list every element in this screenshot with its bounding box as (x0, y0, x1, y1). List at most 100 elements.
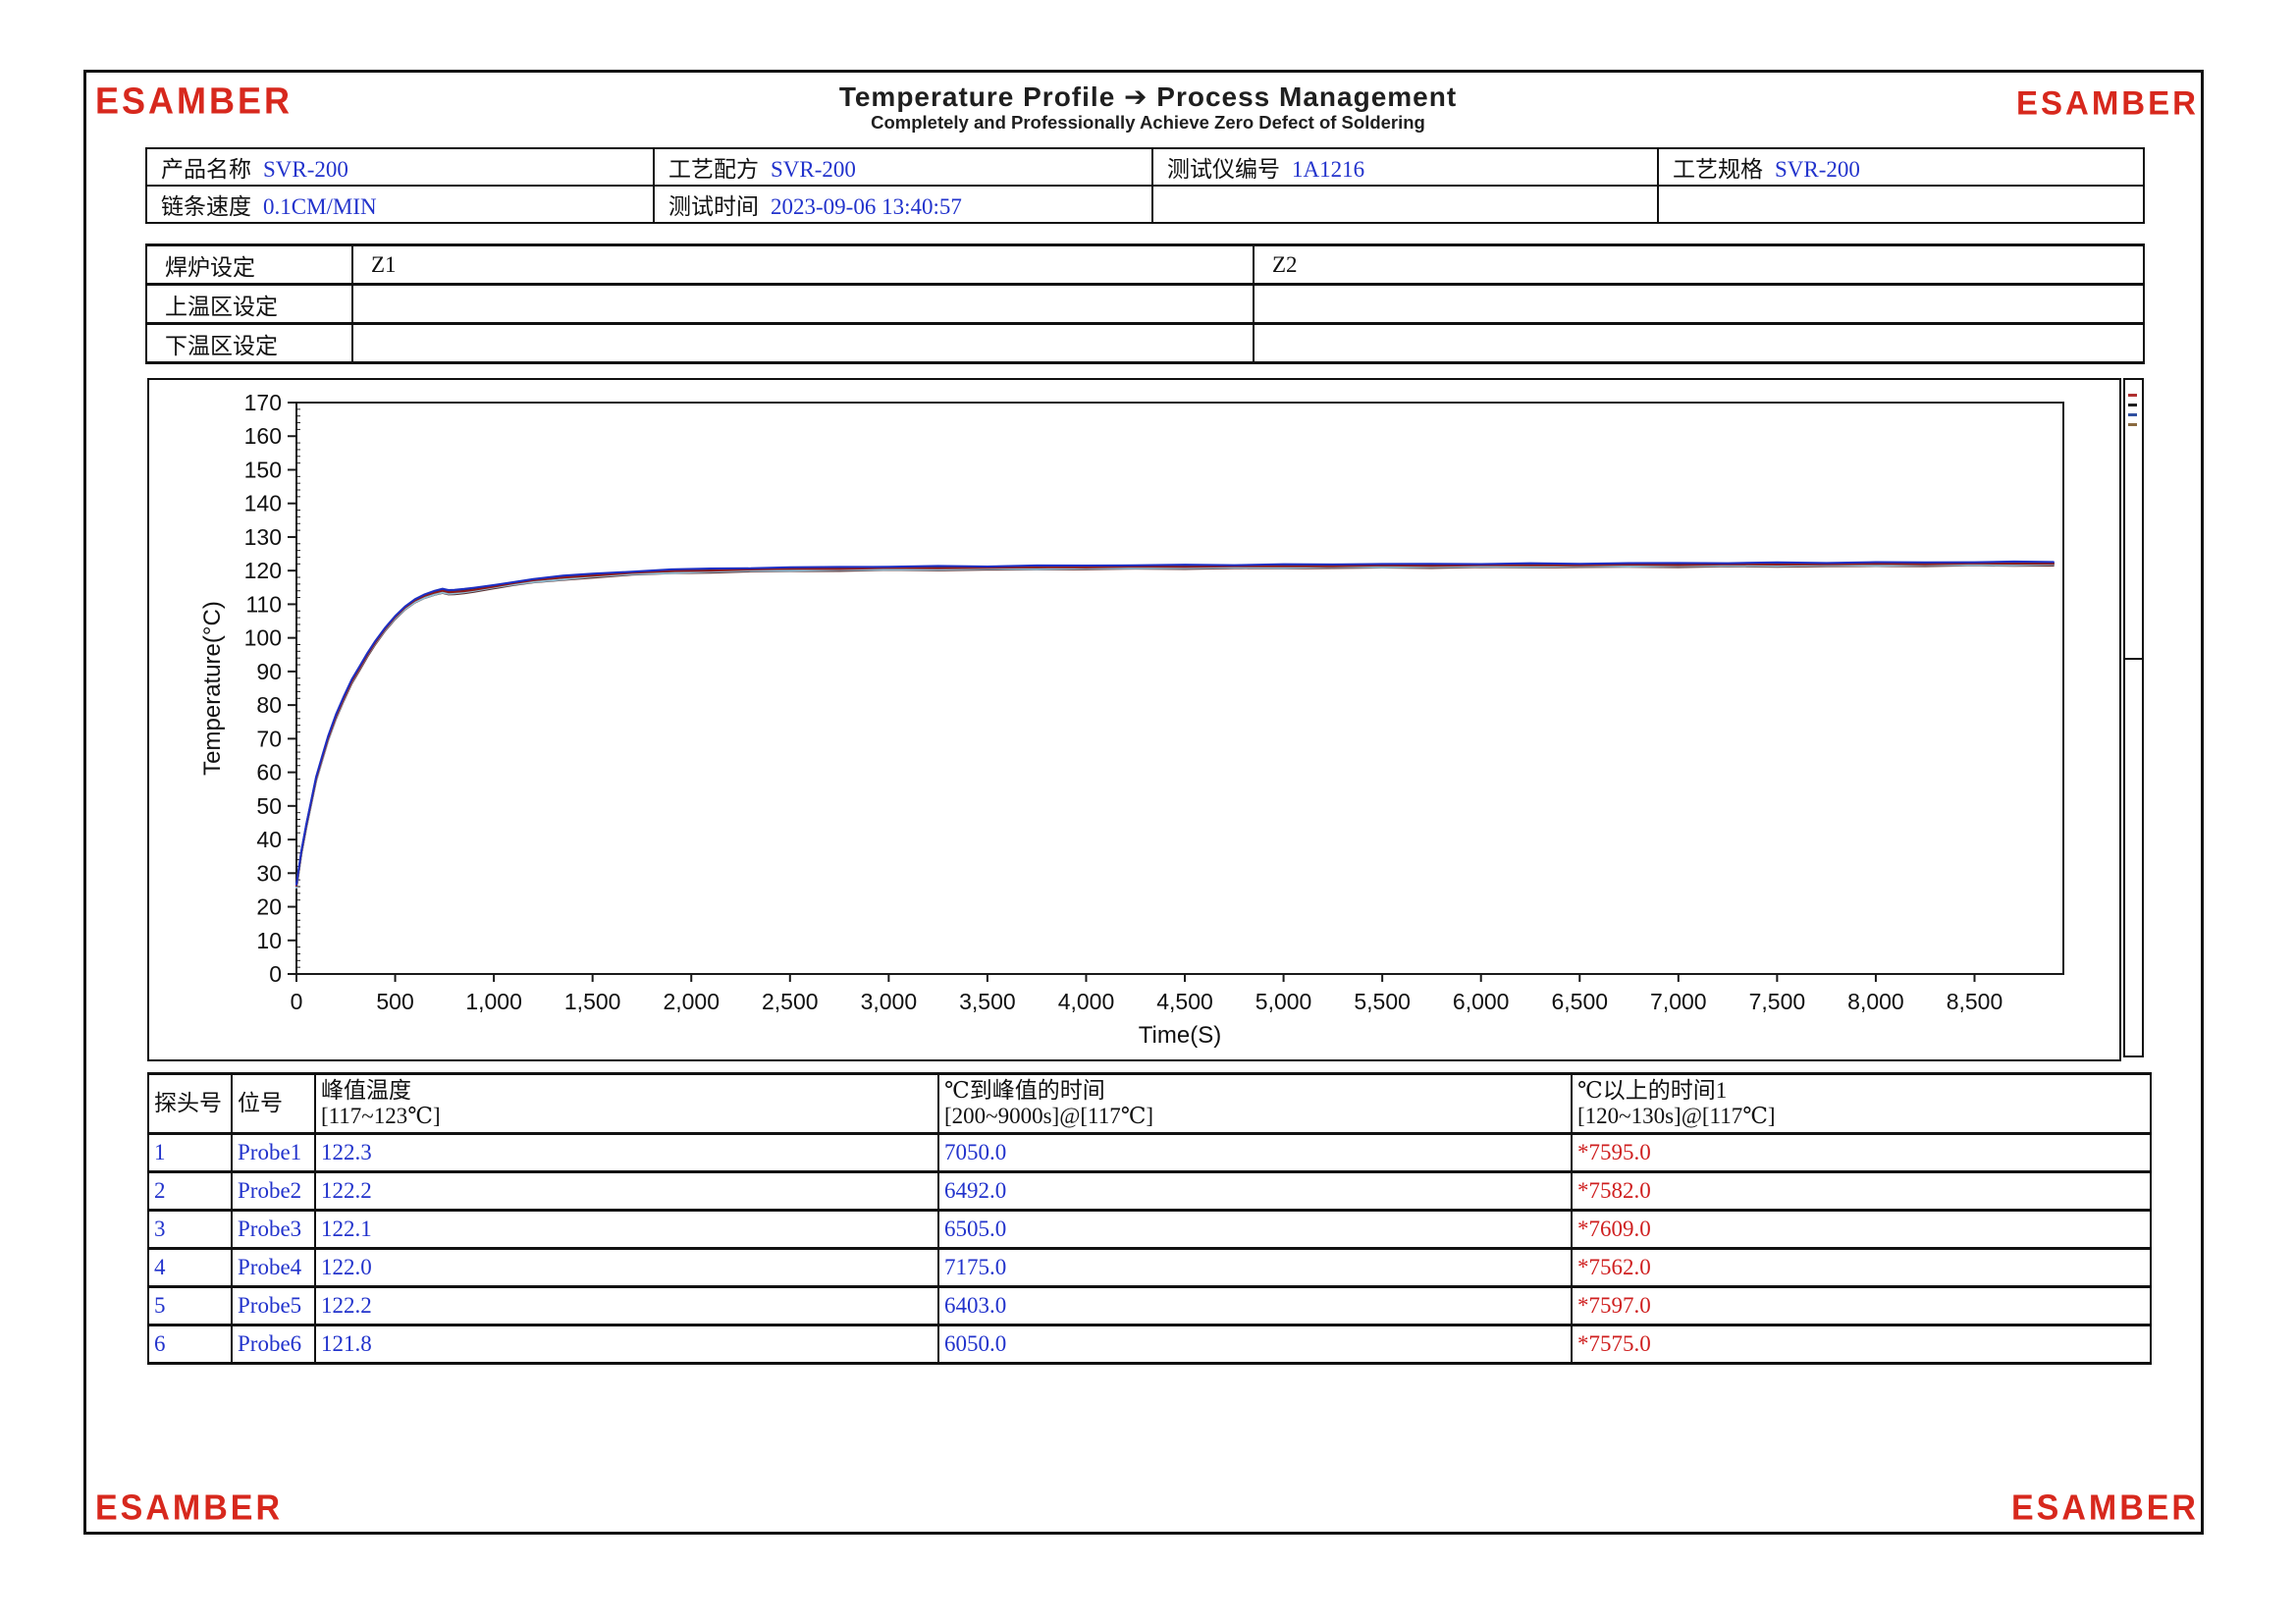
oven-row-setting: 焊炉设定 Z1 Z2 (146, 245, 2144, 285)
curve-probe4 (296, 564, 2054, 887)
probe-row: 1 Probe1 122.3 7050.0 *7595.0 (148, 1134, 2151, 1172)
probe-time-above-cell: *7595.0 (1572, 1134, 2151, 1172)
col-header-time-to-peak-line2: [200~9000s]@[117℃] (944, 1104, 1571, 1129)
x-tick-label: 4,500 (1156, 989, 1213, 1014)
probe-results-table: 探头号 位号 峰值温度[117~123℃] ℃到峰值的时间[200~9000s]… (147, 1072, 2152, 1365)
x-tick-label: 0 (291, 989, 303, 1014)
y-tick-label: 0 (269, 961, 282, 987)
chain-speed-cell: 链条速度 0.1CM/MIN (146, 186, 654, 223)
upper-zone1-value (352, 285, 1254, 324)
probe-row: 6 Probe6 121.8 6050.0 *7575.0 (148, 1325, 2151, 1364)
y-tick-label: 50 (256, 793, 282, 819)
y-tick-label: 120 (244, 558, 282, 583)
recipe-label: 工艺配方 (668, 157, 759, 182)
y-tick-label: 170 (244, 390, 282, 415)
x-tick-label: 7,000 (1650, 989, 1707, 1014)
probe-time-above-cell: *7562.0 (1572, 1249, 2151, 1287)
col-header-probe-no-text: 探头号 (154, 1091, 222, 1115)
probe-time-above-cell: *7575.0 (1572, 1325, 2151, 1364)
probe-time-to-peak-cell: 7050.0 (938, 1134, 1572, 1172)
x-tick-label: 500 (376, 989, 413, 1014)
col-header-peak-temp: 峰值温度[117~123℃] (315, 1074, 938, 1134)
info-row-2: 链条速度 0.1CM/MIN 测试时间 2023-09-06 13:40:57 (146, 186, 2144, 223)
y-tick-label: 60 (256, 760, 282, 785)
y-tick-label: 100 (244, 625, 282, 651)
test-time-label: 测试时间 (668, 194, 759, 219)
product-name-cell: 产品名称 SVR-200 (146, 148, 654, 186)
zone2-header: Z2 (1254, 245, 2144, 285)
x-tick-label: 3,000 (861, 989, 918, 1014)
probe-no-cell: 3 (148, 1211, 232, 1249)
y-tick-label: 70 (256, 726, 282, 751)
probe-time-above-cell: *7609.0 (1572, 1211, 2151, 1249)
probe-row: 5 Probe5 122.2 6403.0 *7597.0 (148, 1287, 2151, 1325)
probe-position-cell: Probe4 (232, 1249, 315, 1287)
page-title: Temperature Profile ➔ Process Management (839, 81, 1457, 113)
x-tick-label: 3,500 (959, 989, 1016, 1014)
spec-value: SVR-200 (1775, 157, 1860, 182)
x-tick-label: 5,000 (1255, 989, 1312, 1014)
probe-no-cell: 4 (148, 1249, 232, 1287)
chain-speed-label: 链条速度 (161, 194, 251, 219)
oven-row-lower: 下温区设定 (146, 324, 2144, 363)
probe-row: 3 Probe3 122.1 6505.0 *7609.0 (148, 1211, 2151, 1249)
probe-no-cell: 6 (148, 1325, 232, 1364)
x-tick-label: 6,500 (1551, 989, 1608, 1014)
tester-id-cell: 测试仪编号1A1216 (1152, 148, 1658, 186)
y-tick-label: 150 (244, 457, 282, 482)
product-name-label: 产品名称 (161, 157, 251, 182)
probe-time-to-peak-cell: 7175.0 (938, 1249, 1572, 1287)
x-tick-label: 7,500 (1749, 989, 1806, 1014)
probe-position-cell: Probe3 (232, 1211, 315, 1249)
info-empty-cell-2 (1658, 186, 2144, 223)
probe-peak-temp-cell: 122.2 (315, 1287, 938, 1325)
chain-speed-value: 0.1CM/MIN (263, 194, 377, 219)
lower-zone1-value (352, 324, 1254, 363)
brand-logo-top-right: ESAMBER (2016, 83, 2199, 123)
x-tick-label: 8,000 (1847, 989, 1904, 1014)
probe-peak-temp-cell: 122.3 (315, 1134, 938, 1172)
probe-row: 2 Probe2 122.2 6492.0 *7582.0 (148, 1172, 2151, 1211)
test-time-cell: 测试时间 2023-09-06 13:40:57 (654, 186, 1152, 223)
probe-time-to-peak-cell: 6403.0 (938, 1287, 1572, 1325)
probe-no-cell: 5 (148, 1287, 232, 1325)
col-header-time-to-peak-line1: ℃到峰值的时间 (944, 1078, 1571, 1104)
probe-peak-temp-cell: 121.8 (315, 1325, 938, 1364)
probe-header-row: 探头号 位号 峰值温度[117~123℃] ℃到峰值的时间[200~9000s]… (148, 1074, 2151, 1134)
tester-id-value: 1A1216 (1292, 157, 1364, 182)
col-header-time-above-line1: ℃以上的时间1 (1577, 1078, 2150, 1104)
y-tick-label: 80 (256, 692, 282, 718)
x-tick-label: 1,500 (564, 989, 621, 1014)
y-tick-label: 130 (244, 524, 282, 550)
spec-label: 工艺规格 (1673, 157, 1763, 182)
y-tick-label: 30 (256, 860, 282, 886)
probe-row: 4 Probe4 122.0 7175.0 *7562.0 (148, 1249, 2151, 1287)
product-name-value: SVR-200 (263, 157, 348, 182)
brand-logo-top-left: ESAMBER (95, 80, 293, 123)
probe-peak-temp-cell: 122.0 (315, 1249, 938, 1287)
oven-setting-label: 焊炉设定 (146, 245, 352, 285)
recipe-cell: 工艺配方 SVR-200 (654, 148, 1152, 186)
temperature-chart: 0102030405060708090100110120130140150160… (149, 380, 2115, 1055)
curve-probe6 (296, 566, 2054, 889)
chart-scrollbar-strip[interactable] (2123, 378, 2144, 1057)
probe-time-to-peak-cell: 6492.0 (938, 1172, 1572, 1211)
test-time-value: 2023-09-06 13:40:57 (771, 194, 962, 219)
recipe-value: SVR-200 (771, 157, 856, 182)
brand-logo-bottom-left: ESAMBER (95, 1488, 283, 1529)
y-tick-label: 40 (256, 827, 282, 852)
curve-probe2 (296, 564, 2054, 886)
legend-mark-red (2128, 394, 2137, 397)
col-header-time-above: ℃以上的时间1[120~130s]@[117℃] (1572, 1074, 2151, 1134)
legend-mark-blue (2128, 413, 2137, 416)
zone1-header: Z1 (352, 245, 1254, 285)
y-tick-label: 140 (244, 491, 282, 516)
brand-logo-bottom-right: ESAMBER (2011, 1488, 2199, 1529)
probe-peak-temp-cell: 122.2 (315, 1172, 938, 1211)
x-tick-label: 5,500 (1354, 989, 1411, 1014)
scrollbar-thumb-edge (2125, 658, 2142, 660)
legend-mark-brown (2128, 423, 2137, 426)
probe-time-above-cell: *7582.0 (1572, 1172, 2151, 1211)
x-tick-label: 4,000 (1058, 989, 1115, 1014)
x-tick-label: 1,000 (465, 989, 522, 1014)
